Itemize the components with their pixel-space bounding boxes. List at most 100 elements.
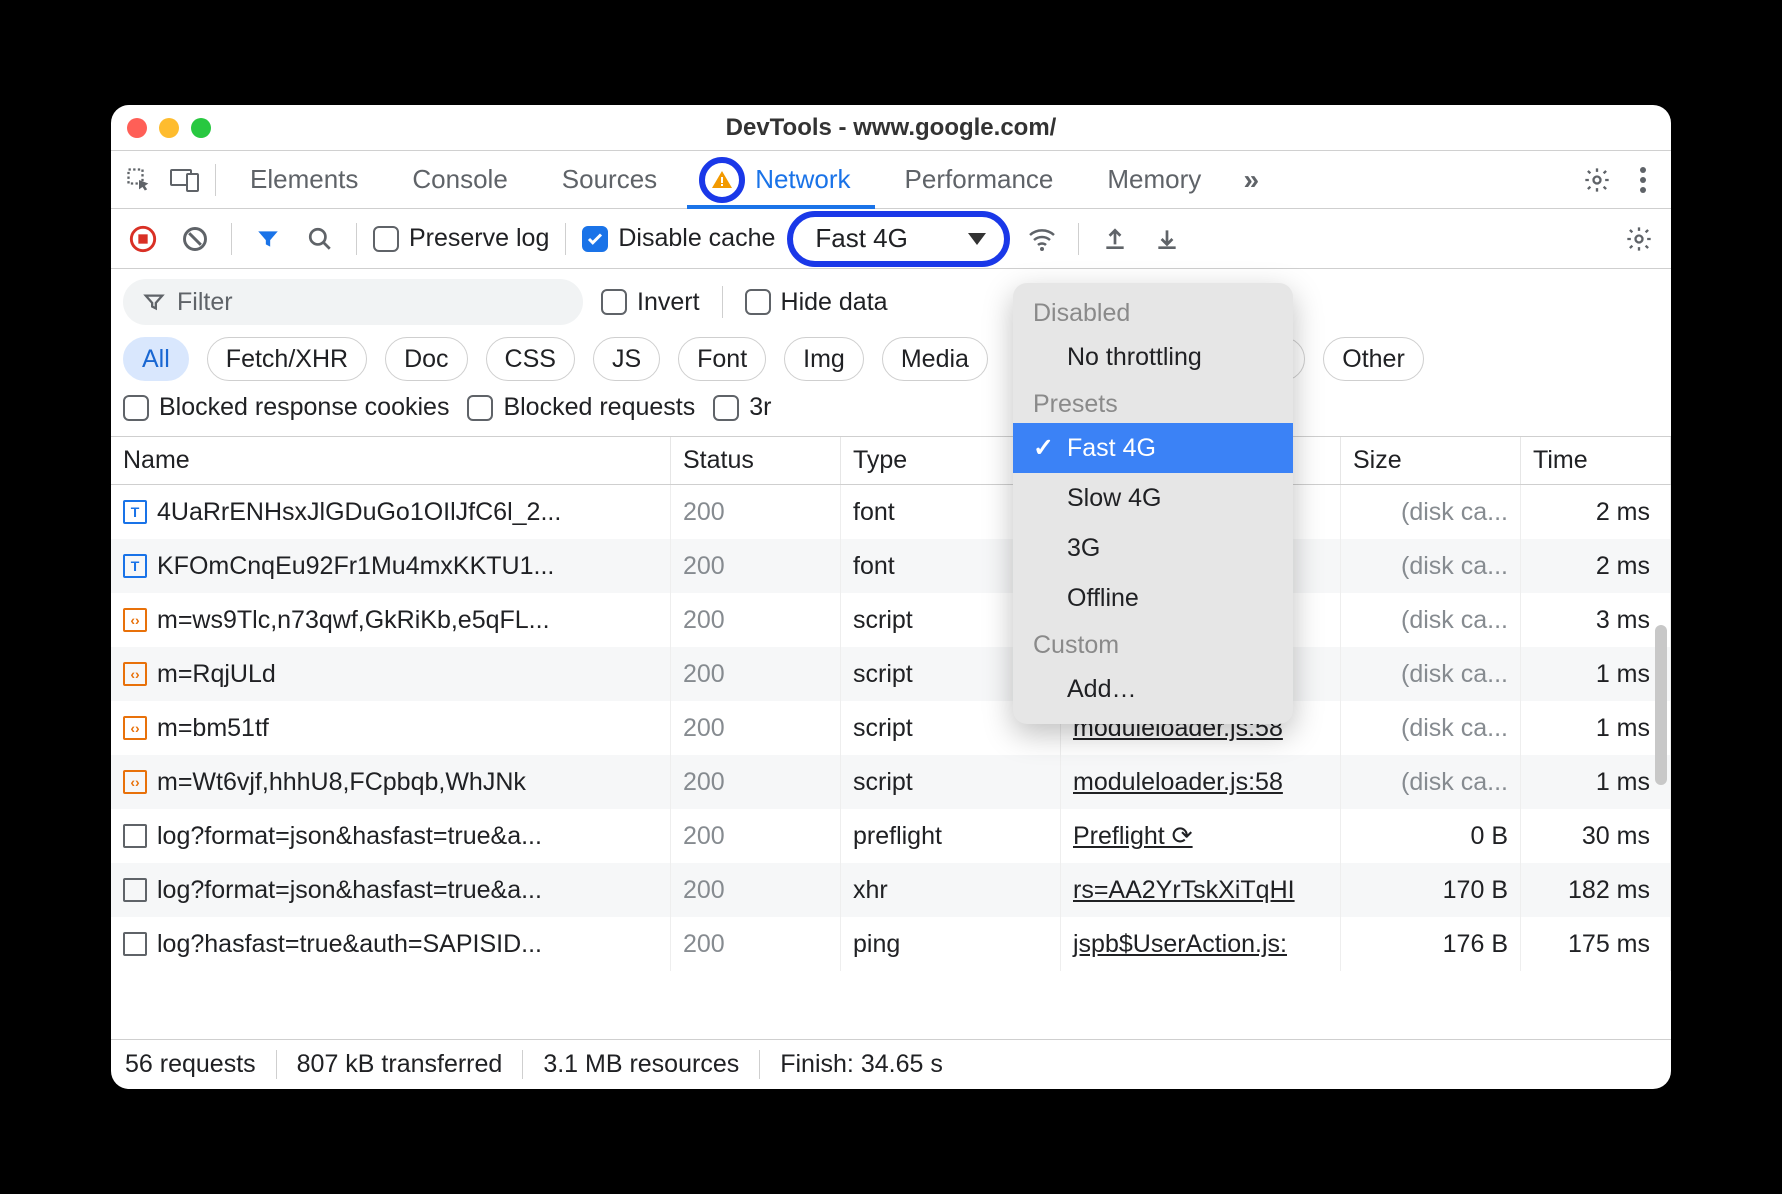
network-settings-gear-icon[interactable] [1619,219,1659,259]
table-row[interactable]: ‹›m=ws9Tlc,n73qwf,GkRiKb,e5qFL...200scri… [111,593,1671,647]
devtools-window: DevTools - www.google.com/ Elements Cons… [111,105,1671,1089]
device-toolbar-icon[interactable] [165,160,205,200]
search-icon[interactable] [300,219,340,259]
menu-section-disabled: Disabled [1013,291,1293,332]
col-time[interactable]: Time [1521,437,1671,484]
request-name: log?hasfast=true&auth=SAPISID... [157,930,542,959]
kebab-menu-icon[interactable] [1623,160,1663,200]
doc-file-icon [123,932,147,956]
window-title: DevTools - www.google.com/ [111,114,1671,142]
tab-elements[interactable]: Elements [226,151,382,208]
blocked-response-cookies-checkbox[interactable]: Blocked response cookies [123,393,449,422]
initiator-link[interactable]: rs=AA2YrTskXiTqHI [1073,876,1295,905]
table-row[interactable]: log?format=json&hasfast=true&a...200pref… [111,809,1671,863]
status-transferred: 807 kB transferred [277,1050,524,1079]
initiator-link[interactable]: moduleloader.js:58 [1073,768,1283,797]
network-conditions-icon[interactable] [1022,219,1062,259]
type-pill-all[interactable]: All [123,337,189,381]
status-requests: 56 requests [125,1050,277,1079]
throttling-select[interactable]: Fast 4G [787,211,1009,267]
type-pill-fetchxhr[interactable]: Fetch/XHR [207,337,367,381]
warning-badge-icon [699,157,745,203]
table-row[interactable]: log?format=json&hasfast=true&a...200xhrr… [111,863,1671,917]
menu-section-presets: Presets [1013,382,1293,423]
filter-toggle-icon[interactable] [248,219,288,259]
checkbox-icon [373,226,399,252]
hide-data-urls-checkbox[interactable]: Hide data [745,288,888,317]
col-size[interactable]: Size [1341,437,1521,484]
menu-item-3g[interactable]: 3G [1013,523,1293,573]
tab-performance[interactable]: Performance [881,151,1078,208]
request-name: m=Wt6vjf,hhhU8,FCpbqb,WhJNk [157,768,526,797]
request-name: log?format=json&hasfast=true&a... [157,822,542,851]
type-pill-css[interactable]: CSS [486,337,575,381]
tab-memory[interactable]: Memory [1083,151,1225,208]
menu-item-fast-4g[interactable]: Fast 4G [1013,423,1293,473]
status-bar: 56 requests 807 kB transferred 3.1 MB re… [111,1039,1671,1089]
menu-item-add[interactable]: Add… [1013,664,1293,714]
titlebar: DevTools - www.google.com/ [111,105,1671,151]
font-file-icon: T [123,554,147,578]
col-name[interactable]: Name [111,437,671,484]
table-row[interactable]: T4UaRrENHsxJlGDuGo1OIlJfC6l_2...200fontn… [111,485,1671,539]
network-toolbar: Preserve log Disable cache Fast 4G [111,209,1671,269]
export-har-icon[interactable] [1095,219,1135,259]
request-name: m=ws9Tlc,n73qwf,GkRiKb,e5qFL... [157,606,550,635]
request-name: m=bm51tf [157,714,269,743]
filter-input[interactable]: Filter [123,279,583,325]
initiator-link[interactable]: Preflight ⟳ [1073,821,1193,851]
inspect-element-icon[interactable] [119,160,159,200]
tab-console[interactable]: Console [388,151,531,208]
chevron-down-icon [968,233,986,245]
status-resources: 3.1 MB resources [523,1050,760,1079]
record-button[interactable] [123,219,163,259]
table-row[interactable]: ‹›m=bm51tf200scriptmoduleloader.js:58(di… [111,701,1671,755]
filter-bar: Filter Invert Hide data extension URLs A… [111,269,1671,437]
menu-item-slow-4g[interactable]: Slow 4G [1013,473,1293,523]
third-party-checkbox[interactable]: 3r [713,393,771,422]
throttling-menu: Disabled No throttling Presets Fast 4G S… [1013,283,1293,724]
request-name: 4UaRrENHsxJlGDuGo1OIlJfC6l_2... [157,498,561,527]
table-row[interactable]: ‹›m=Wt6vjf,hhhU8,FCpbqb,WhJNk200scriptmo… [111,755,1671,809]
table-row[interactable]: log?hasfast=true&auth=SAPISID...200pingj… [111,917,1671,971]
disable-cache-checkbox[interactable]: Disable cache [582,224,775,253]
type-pill-doc[interactable]: Doc [385,337,467,381]
menu-section-custom: Custom [1013,623,1293,664]
type-pill-js[interactable]: JS [593,337,660,381]
menu-item-no-throttling[interactable]: No throttling [1013,332,1293,382]
panel-tabs: Elements Console Sources Network Perform… [111,151,1671,209]
blocked-requests-checkbox[interactable]: Blocked requests [467,393,695,422]
doc-file-icon [123,878,147,902]
request-name: KFOmCnqEu92Fr1Mu4mxKKTU1... [157,552,554,581]
col-status[interactable]: Status [671,437,841,484]
script-file-icon: ‹› [123,716,147,740]
initiator-link[interactable]: jspb$UserAction.js: [1073,930,1287,959]
type-pill-img[interactable]: Img [784,337,864,381]
table-row[interactable]: ‹›m=RqjULd200script58(disk ca...1 ms [111,647,1671,701]
requests-table: Name Status Type Size Time T 4UaRrENHsxJl… [111,437,1671,1039]
tab-sources[interactable]: Sources [538,151,681,208]
request-name: log?format=json&hasfast=true&a... [157,876,542,905]
import-har-icon[interactable] [1147,219,1187,259]
status-finish: Finish: 34.65 s [760,1050,963,1079]
settings-gear-icon[interactable] [1577,160,1617,200]
font-file-icon: T [123,500,147,524]
request-name: m=RqjULd [157,660,276,689]
doc-file-icon [123,824,147,848]
script-file-icon: ‹› [123,662,147,686]
vertical-scrollbar[interactable] [1655,625,1667,785]
checkbox-checked-icon [582,226,608,252]
type-pill-other[interactable]: Other [1323,337,1424,381]
tab-network[interactable]: Network [687,151,874,208]
separator [215,164,216,196]
table-row[interactable]: TKFOmCnqEu92Fr1Mu4mxKKTU1...200fontn3:(d… [111,539,1671,593]
type-pill-media[interactable]: Media [882,337,988,381]
clear-button[interactable] [175,219,215,259]
menu-item-offline[interactable]: Offline [1013,573,1293,623]
more-tabs-icon[interactable]: » [1231,160,1271,200]
script-file-icon: ‹› [123,608,147,632]
preserve-log-checkbox[interactable]: Preserve log [373,224,549,253]
type-pill-font[interactable]: Font [678,337,766,381]
invert-checkbox[interactable]: Invert [601,288,700,317]
table-header: Name Status Type Size Time [111,437,1671,485]
